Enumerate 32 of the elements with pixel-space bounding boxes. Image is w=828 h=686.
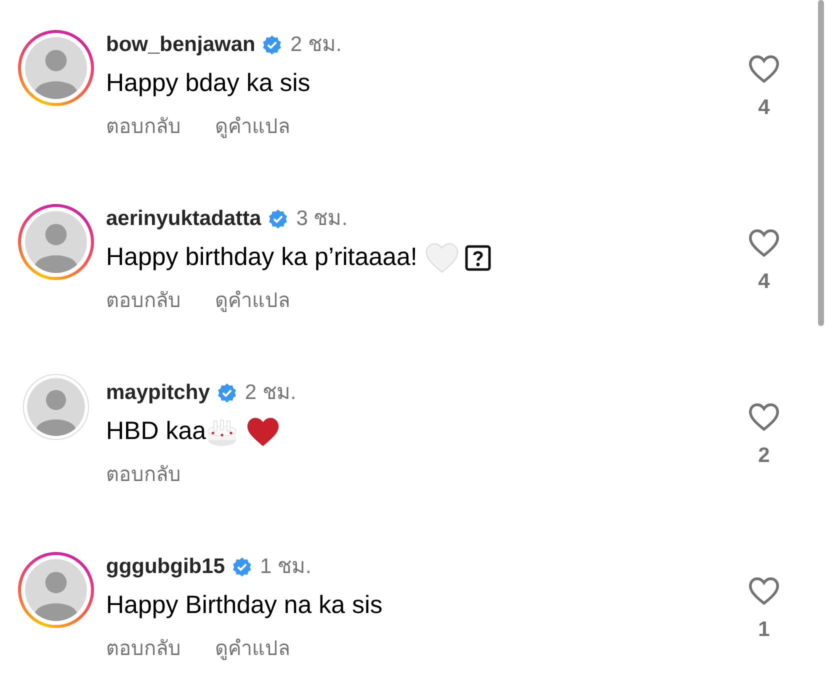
action-link[interactable]: ตอบกลับ [106,634,181,664]
username[interactable]: aerinyuktadatta [106,203,262,235]
heart-icon [246,416,280,448]
action-link[interactable]: ตอบกลับ [106,286,181,316]
action-link[interactable]: ตอบกลับ [106,112,181,142]
comment-time: 1 ชม. [260,554,312,580]
username[interactable]: bow_benjawan [106,29,256,61]
like-icon[interactable] [747,576,781,606]
action-link[interactable]: ดูคำแปล [215,634,290,664]
like-icon[interactable] [747,402,781,432]
comment-text: HBD kaa [106,416,206,448]
heart-icon [425,242,460,274]
like-count: 1 [758,617,770,643]
action-link[interactable]: ดูคำแปล [215,286,290,316]
comment-text: Happy bday ka sis [106,68,310,100]
action-link[interactable]: ดูคำแปล [215,112,290,142]
username[interactable]: maypitchy [106,377,210,409]
like-icon[interactable] [747,228,781,258]
comment-time: 2 ชม. [290,32,342,58]
avatar[interactable] [23,374,89,440]
comment-time: 3 ชม. [296,206,348,232]
missing-glyph-icon [465,245,492,271]
scrollbar[interactable] [818,0,824,326]
like-count: 2 [758,443,770,469]
like-icon[interactable] [747,54,781,84]
comment-time: 2 ชม. [244,380,296,406]
comment-text: Happy Birthday na ka sis [106,590,383,622]
like-count: 4 [758,95,770,121]
username[interactable]: gggubgib15 [106,551,225,583]
action-link[interactable]: ตอบกลับ [106,460,181,490]
like-count: 4 [758,269,770,295]
comment-text: Happy birthday ka p’ritaaaa! [106,242,418,274]
